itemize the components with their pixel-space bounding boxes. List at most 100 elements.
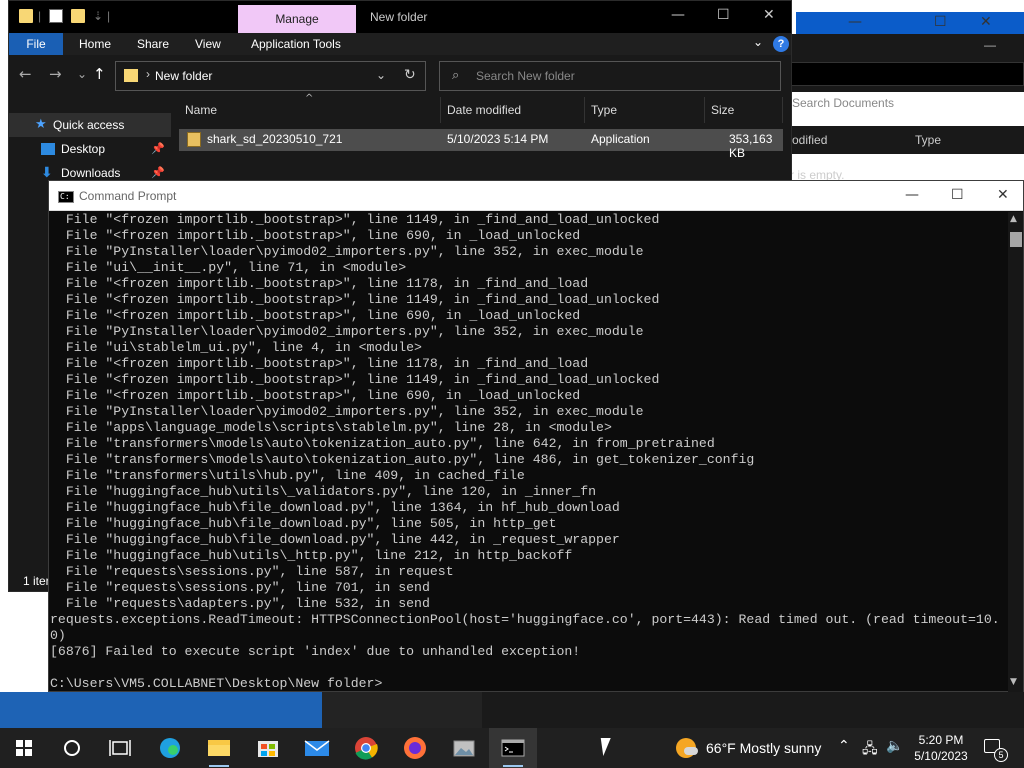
application-icon [187, 132, 201, 147]
taskbar-edge[interactable] [146, 728, 194, 768]
bg-minimize-icon[interactable]: — [848, 14, 862, 30]
console-line: File "ui\__init__.py", line 71, in <modu… [50, 260, 407, 275]
firefox-icon [404, 737, 426, 759]
console-line: File "<frozen importlib._bootstrap>", li… [50, 212, 660, 227]
network-icon[interactable]: 🖧 [862, 738, 878, 762]
weather-temperature: 66°F [706, 740, 736, 756]
file-size: 353,163 KB [729, 132, 773, 160]
tab-view[interactable]: View [195, 33, 221, 55]
console-line: File "transformers\models\auto\tokenizat… [50, 436, 715, 451]
console-line: File "ui\stablelm_ui.py", line 4, in <mo… [50, 340, 422, 355]
scroll-up-icon[interactable]: ▲ [1010, 214, 1017, 224]
manage-tab[interactable]: Manage [238, 5, 356, 33]
tab-share[interactable]: Share [137, 33, 169, 55]
maximize-icon[interactable]: ☐ [717, 7, 730, 23]
nav-item-label: Desktop [61, 142, 106, 156]
console-line: File "<frozen importlib._bootstrap>", li… [50, 292, 660, 307]
bg-col-modified[interactable]: odified [792, 133, 827, 147]
new-folder-icon[interactable] [71, 9, 85, 23]
nav-item-desktop[interactable]: Desktop 📌 [9, 137, 171, 161]
search-button[interactable] [48, 728, 96, 768]
taskbar-mail[interactable] [293, 728, 341, 768]
console-line: File "huggingface_hub\utils\_validators.… [50, 484, 597, 499]
search-box[interactable]: ⌕ [439, 61, 781, 91]
taskbar-store[interactable] [244, 728, 292, 768]
cmd-minimize-icon[interactable]: — [905, 187, 919, 203]
bg-ribbon-minimize-icon[interactable]: — [984, 38, 996, 52]
cortana-icon [64, 740, 80, 756]
console-line: 0) [50, 628, 66, 643]
task-view-icon [109, 740, 131, 756]
edge-icon [160, 738, 180, 758]
forward-icon[interactable]: → [49, 65, 62, 83]
console-line: [6876] Failed to execute script 'index' … [50, 644, 581, 659]
console-line: File "PyInstaller\loader\pyimod02_import… [50, 404, 644, 419]
start-button[interactable] [0, 728, 48, 768]
taskbar-command-prompt[interactable] [489, 728, 537, 768]
console-scrollbar[interactable]: ▲ ▼ [1008, 212, 1023, 692]
back-icon[interactable]: ← [19, 65, 32, 83]
minimize-icon[interactable]: — [671, 7, 685, 23]
clock-time: 5:20 PM [918, 733, 964, 747]
column-size[interactable]: Size [705, 97, 783, 123]
taskbar-firefox[interactable] [391, 728, 439, 768]
up-icon[interactable]: ↑ [93, 65, 106, 83]
properties-icon[interactable] [49, 9, 63, 23]
console-line: File "huggingface_hub\utils\_http.py", l… [50, 548, 573, 563]
tab-application-tools[interactable]: Application Tools [251, 33, 341, 55]
chrome-icon [355, 737, 378, 760]
console-line: File "PyInstaller\loader\pyimod02_import… [50, 324, 644, 339]
console-line: File "huggingface_hub\file_download.py",… [50, 532, 620, 547]
console-line: File "<frozen importlib._bootstrap>", li… [50, 308, 581, 323]
search-input[interactable] [476, 66, 766, 86]
system-clock[interactable]: 5:20 PM 5/10/2023 [910, 732, 972, 764]
tab-home[interactable]: Home [79, 33, 111, 55]
console-output[interactable]: File "<frozen importlib._bootstrap>", li… [49, 212, 1007, 692]
tab-file[interactable]: File [9, 33, 63, 55]
cmd-icon[interactable]: C: [58, 191, 74, 203]
command-prompt-window: C: Command Prompt — ☐ ✕ File "<frozen im… [48, 180, 1024, 692]
refresh-icon[interactable]: ↻ [404, 67, 416, 83]
bg-search-placeholder[interactable]: Search Documents [792, 96, 894, 110]
show-hidden-icons-icon[interactable]: ⌃ [838, 738, 850, 754]
cloud-icon [684, 747, 698, 755]
column-type[interactable]: Type [585, 97, 705, 123]
bg-close-icon[interactable]: ✕ [980, 14, 992, 30]
recent-locations-icon[interactable]: ⌄ [77, 67, 87, 81]
bg-maximize-icon[interactable]: ☐ [934, 14, 947, 30]
desktop-background [0, 692, 1024, 728]
column-date-modified[interactable]: Date modified [441, 97, 585, 123]
scroll-down-icon[interactable]: ▼ [1010, 677, 1017, 687]
bg-address-box[interactable] [790, 62, 1024, 86]
nav-item-quick-access[interactable]: ★ Quick access [9, 113, 171, 137]
cmd-title-bar[interactable]: C: Command Prompt — ☐ ✕ [49, 181, 1023, 211]
task-view-button[interactable] [96, 728, 144, 768]
taskbar-chrome[interactable] [342, 728, 390, 768]
nav-item-label: Quick access [53, 118, 125, 132]
store-icon [258, 741, 278, 757]
scrollbar-thumb[interactable] [1010, 232, 1022, 247]
console-line: File "<frozen importlib._bootstrap>", li… [50, 372, 660, 387]
taskbar-photos[interactable] [440, 728, 488, 768]
breadcrumb[interactable]: New folder [155, 69, 212, 83]
file-name: shark_sd_20230510_721 [207, 132, 343, 146]
bg-col-type[interactable]: Type [915, 133, 941, 147]
close-icon[interactable]: ✕ [763, 7, 775, 23]
address-dropdown-icon[interactable]: ⌄ [376, 68, 386, 82]
status-bar-count: 1 iter [23, 574, 50, 588]
address-bar[interactable]: › New folder ⌄ ↻ [115, 61, 426, 91]
pin-icon[interactable]: 📌 [151, 137, 165, 161]
volume-icon[interactable]: 🔈 [886, 738, 903, 754]
expand-ribbon-icon[interactable]: ⌄ [753, 35, 763, 49]
cmd-maximize-icon[interactable]: ☐ [951, 187, 964, 203]
help-icon[interactable]: ? [773, 36, 789, 52]
qa-customize-icon[interactable]: ⇣ [93, 9, 103, 23]
cmd-close-icon[interactable]: ✕ [997, 187, 1009, 203]
file-row[interactable]: shark_sd_20230510_721 5/10/2023 5:14 PM … [179, 129, 783, 160]
taskbar-file-explorer[interactable] [195, 728, 243, 768]
search-icon: ⌕ [452, 68, 460, 83]
taskbar: 66°F Mostly sunny ⌃ 🖧 🔈 5:20 PM 5/10/202… [0, 728, 1024, 768]
console-line: File "huggingface_hub\file_download.py",… [50, 516, 557, 531]
column-name[interactable]: Name [179, 97, 441, 123]
breadcrumb-chevron-icon[interactable]: › [146, 67, 150, 81]
